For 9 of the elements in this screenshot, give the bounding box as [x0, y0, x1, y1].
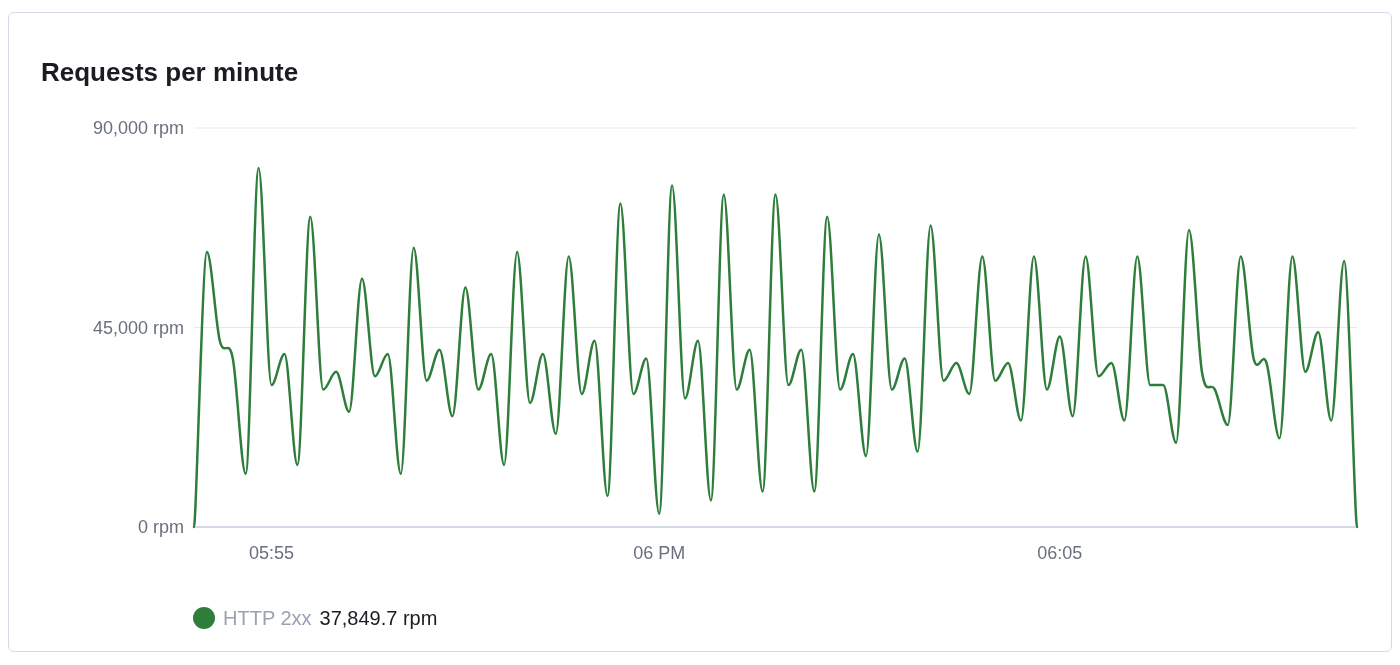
legend-value: 37,849.7 rpm — [319, 606, 438, 631]
y-axis-label: 90,000 rpm — [92, 118, 184, 138]
y-axis-label: 45,000 rpm — [92, 317, 184, 338]
x-axis-label: 06 PM — [633, 543, 686, 563]
y-axis-label: 0 rpm — [138, 517, 184, 537]
chart-title: Requests per minute — [41, 57, 299, 87]
x-axis-label: 05:55 — [249, 543, 295, 563]
x-axis-label: 06:05 — [1037, 543, 1083, 563]
legend-label: HTTP 2xx — [223, 606, 312, 631]
